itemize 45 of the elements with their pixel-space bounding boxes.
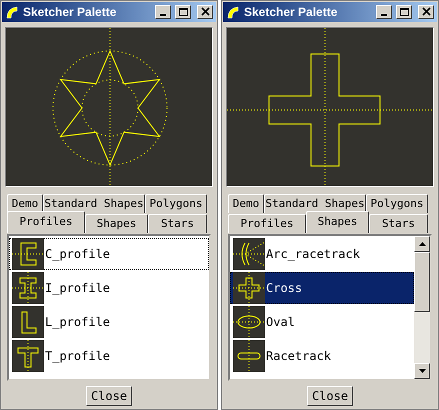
scrollbar[interactable] [414,236,430,379]
tab[interactable]: Profiles [7,211,85,233]
list-item[interactable]: Cross [230,272,414,304]
down-arrow-icon [418,369,426,373]
scroll-up-button[interactable] [414,236,430,252]
minimize-icon [160,14,166,16]
window-title: Sketcher Palette [23,4,118,21]
maximize-button[interactable] [175,5,191,19]
maximize-button[interactable] [396,5,412,19]
arc-racetrack-icon [233,238,265,270]
tab[interactable]: Stars [148,214,207,233]
tab[interactable]: Shapes [85,214,148,233]
racetrack-icon [233,340,265,372]
minimize-button[interactable] [376,5,392,19]
close-icon [420,7,432,17]
tab[interactable]: Demo [228,194,264,213]
minimize-icon [381,14,387,16]
tab[interactable]: Polygons [145,194,207,213]
tab[interactable]: Standard Shapes [264,194,366,213]
close-button[interactable]: Close [307,386,353,406]
close-icon-button[interactable] [197,5,213,19]
tab[interactable]: Polygons [366,194,428,213]
c-shape-icon [12,238,44,270]
minimize-button[interactable] [155,5,171,19]
maximize-icon [398,7,410,17]
close-button[interactable]: Close [86,386,132,406]
tab[interactable]: Profiles [228,214,306,233]
close-icon [200,7,210,17]
scroll-down-button[interactable] [414,363,430,379]
t-shape-icon [12,340,44,372]
app-icon [5,5,19,19]
i-beam-icon [12,272,44,304]
cross-icon [233,272,265,304]
maximize-icon [178,7,188,17]
app-icon [226,5,240,19]
tab[interactable]: Shapes [306,211,369,233]
tab[interactable]: Stars [369,214,428,233]
up-arrow-icon [418,242,426,246]
tab[interactable]: Standard Shapes [43,194,145,213]
tab[interactable]: Demo [7,194,43,213]
window-title: Sketcher Palette [244,4,338,21]
l-shape-icon [12,306,44,338]
scroll-thumb[interactable] [414,252,430,312]
close-icon-button[interactable] [418,5,434,19]
list-item[interactable]: C_profile [9,238,209,270]
